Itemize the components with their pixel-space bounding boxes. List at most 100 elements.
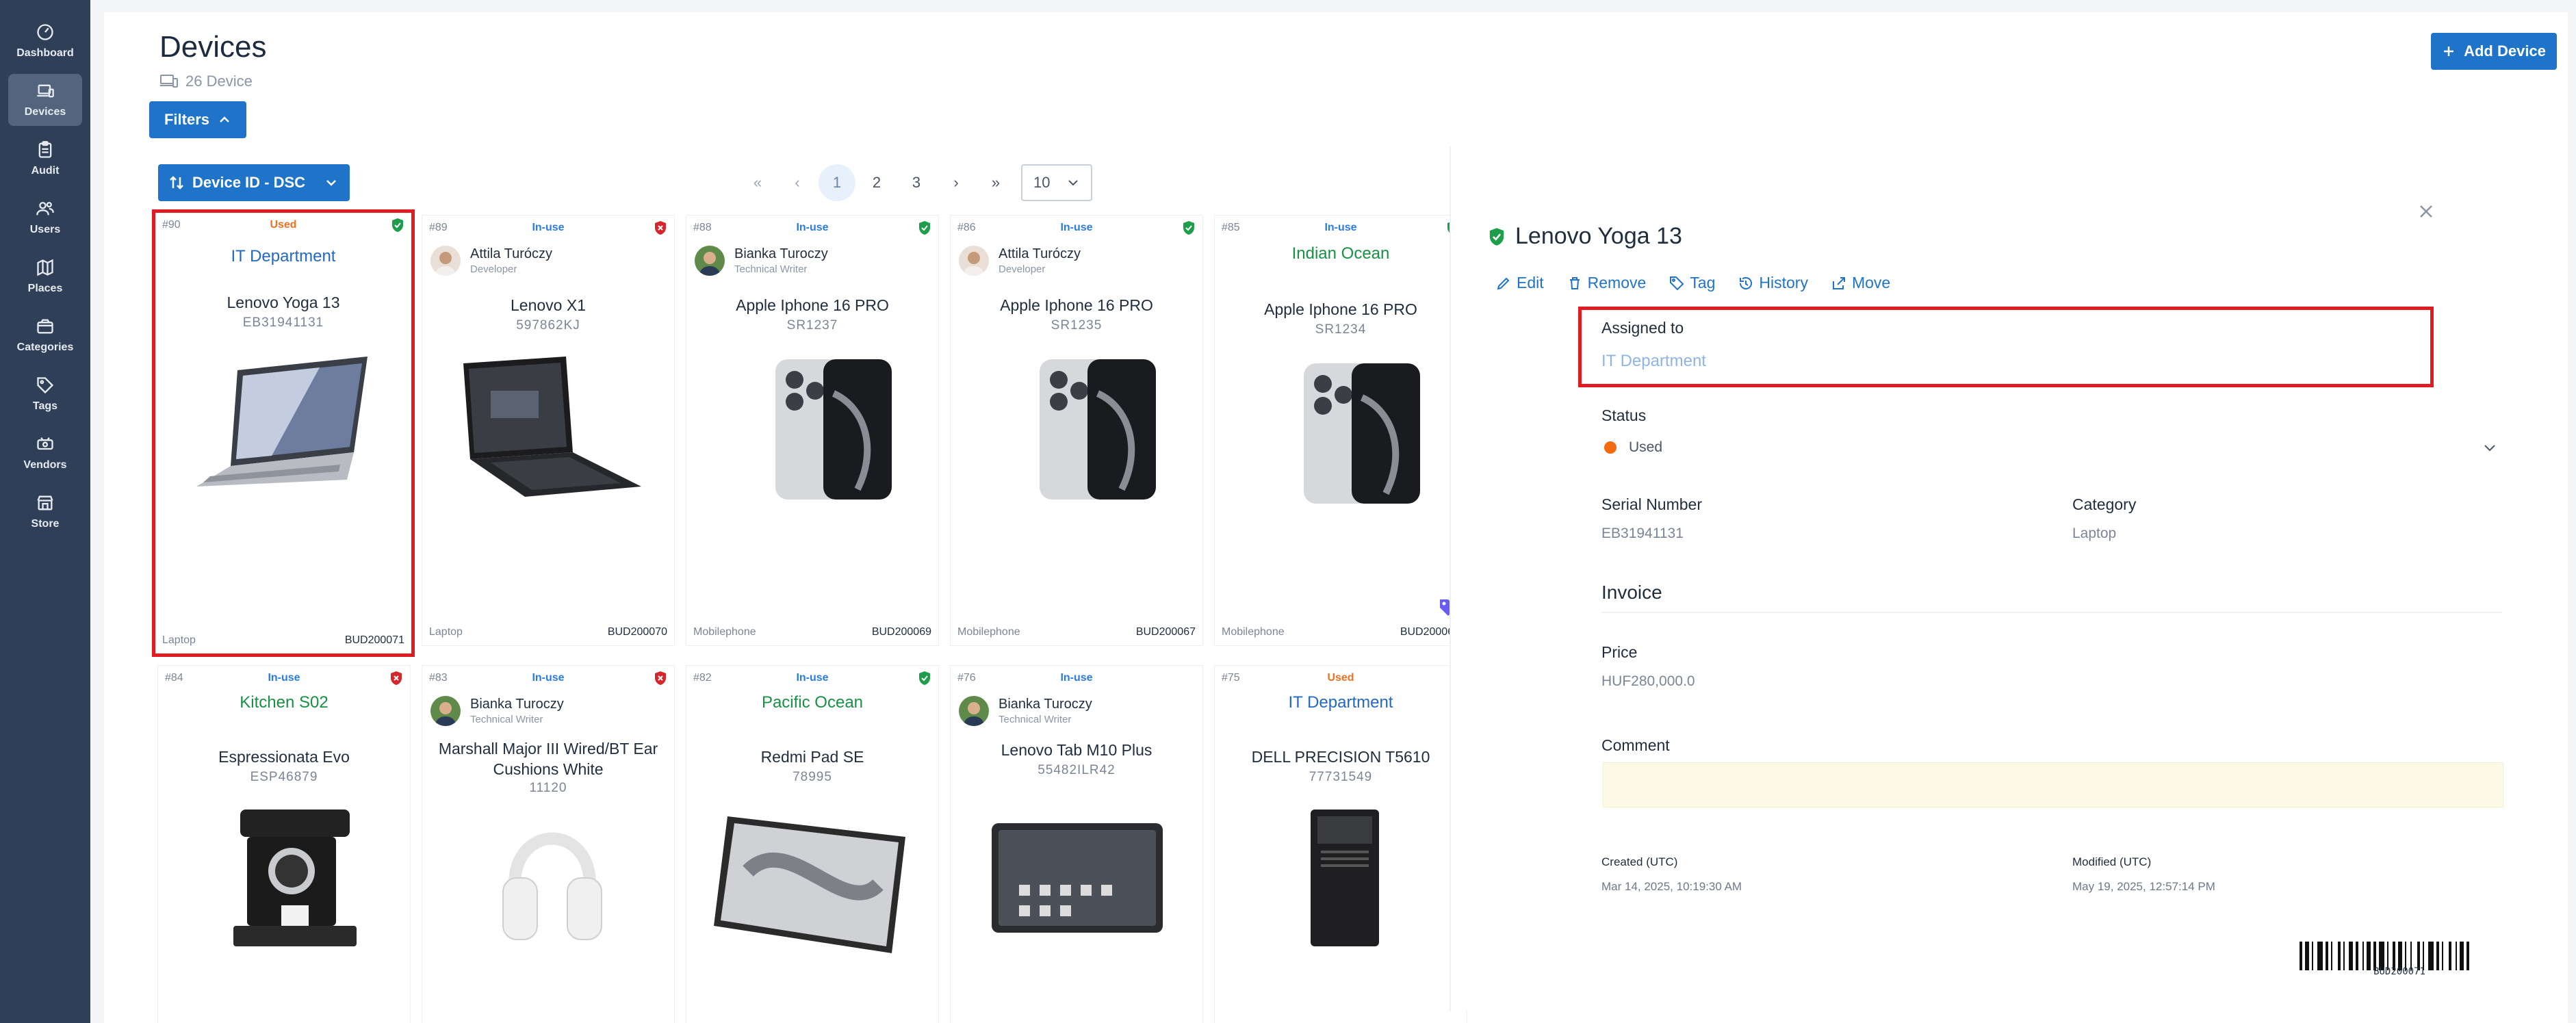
card-serial: 11120 <box>529 781 567 795</box>
card-model: Lenovo Yoga 13 <box>227 294 340 311</box>
device-card[interactable]: #90 Used IT Department Lenovo Yoga 13 EB… <box>152 209 415 657</box>
clipboard-icon <box>38 141 52 158</box>
user-role: Technical Writer <box>999 714 1072 725</box>
shield-icon <box>877 671 931 686</box>
nav-label: Categories <box>16 341 74 353</box>
card-header: #82 In-use <box>693 670 931 686</box>
card-serial: 55482ILR42 <box>1038 763 1116 777</box>
page-button-1[interactable]: 1 <box>819 164 855 201</box>
nav-devices[interactable]: Devices <box>8 74 82 126</box>
next-page-button[interactable]: › <box>936 164 976 201</box>
created-label: Created (UTC) <box>1601 855 1678 868</box>
nav-vendors[interactable]: Vendors <box>8 427 82 479</box>
nav-categories[interactable]: Categories <box>8 309 82 361</box>
card-user[interactable]: Bianka Turoczy Technical Writer <box>430 696 564 726</box>
top-strip <box>104 0 2568 12</box>
card-status: In-use <box>1060 672 1093 684</box>
card-footer: Laptop BUD200071 <box>162 634 404 647</box>
card-place[interactable]: Indian Ocean <box>1215 244 1467 263</box>
nav-tags[interactable]: Tags <box>8 368 82 420</box>
card-place[interactable]: Kitchen S02 <box>158 693 410 712</box>
card-serial: 77731549 <box>1309 770 1373 784</box>
comment-label: Comment <box>1601 736 1670 754</box>
move-icon <box>1832 276 1845 289</box>
card-serial: SR1237 <box>786 318 838 333</box>
nav-label: Tags <box>32 400 58 412</box>
card-place[interactable]: IT Department <box>155 247 411 266</box>
card-status: In-use <box>796 672 829 684</box>
add-device-button[interactable]: Add Device <box>2431 33 2557 70</box>
user-name: Bianka Turoczy <box>999 697 1092 712</box>
page-button-3[interactable]: 3 <box>897 164 936 201</box>
shield-icon <box>613 220 667 235</box>
move-button[interactable]: Move <box>1831 274 1890 292</box>
device-card[interactable]: #88 In-use Bianka Turoczy Technical Writ… <box>686 215 939 646</box>
card-user[interactable]: Bianka Turoczy Technical Writer <box>695 246 828 276</box>
phone-image <box>1304 363 1420 504</box>
device-card[interactable]: #75 Used IT Department DELL PRECISION T5… <box>1214 665 1467 1023</box>
card-place[interactable]: Pacific Ocean <box>686 693 938 712</box>
assigned-value[interactable]: IT Department <box>1601 352 1706 371</box>
first-page-button[interactable]: « <box>738 164 777 201</box>
category-value: Laptop <box>2072 526 2117 541</box>
device-card[interactable]: #85 In-use Indian Ocean Apple Iphone 16 … <box>1214 215 1467 646</box>
nav-places[interactable]: Places <box>8 250 82 302</box>
card-serial: SR1234 <box>1315 322 1367 337</box>
shield-check-icon <box>1489 227 1504 246</box>
nav-users[interactable]: Users <box>8 192 82 244</box>
status-dot <box>1604 441 1617 454</box>
nav-store[interactable]: Store <box>8 486 82 538</box>
tag-icon <box>1670 276 1684 290</box>
invoice-heading: Invoice <box>1601 582 1662 603</box>
nav-dashboard[interactable]: Dashboard <box>8 15 82 67</box>
price-label: Price <box>1601 643 1638 661</box>
page-button-2[interactable]: 2 <box>857 164 897 201</box>
nav-audit[interactable]: Audit <box>8 133 82 185</box>
history-label: History <box>1759 274 1808 292</box>
card-user[interactable]: Attila Turóczy Developer <box>959 246 1081 276</box>
nav-label: Vendors <box>23 459 67 471</box>
per-page-select[interactable]: 10 <box>1021 164 1092 201</box>
comment-field[interactable] <box>1603 762 2503 807</box>
device-card[interactable]: #84 In-use Kitchen S02 Espressionata Evo… <box>157 665 411 1023</box>
prev-page-button[interactable]: ‹ <box>777 164 817 201</box>
chevron-down-icon <box>2484 445 2495 452</box>
device-card[interactable]: #76 In-use Bianka Turoczy Technical Writ… <box>950 665 1203 1023</box>
status-label: Status <box>1601 406 1647 424</box>
card-body: #83 In-use Bianka Turoczy Technical Writ… <box>422 666 674 1023</box>
chevron-down-icon <box>326 180 336 186</box>
tag-button[interactable]: Tag <box>1669 274 1715 292</box>
filters-button[interactable]: Filters <box>149 101 246 138</box>
card-header: #90 Used <box>162 217 404 233</box>
card-header: #88 In-use <box>693 220 931 236</box>
tablet-image <box>992 823 1163 933</box>
history-button[interactable]: History <box>1738 274 1808 292</box>
card-body: #76 In-use Bianka Turoczy Technical Writ… <box>951 666 1202 1023</box>
card-user[interactable]: Bianka Turoczy Technical Writer <box>959 696 1092 726</box>
device-card[interactable]: #82 In-use Pacific Ocean Redmi Pad SE 78… <box>686 665 939 1023</box>
card-status: In-use <box>268 672 300 684</box>
remove-button[interactable]: Remove <box>1567 274 1646 292</box>
barcode-text: BUD200071 <box>2373 966 2425 977</box>
device-card[interactable]: #86 In-use Attila Turóczy Developer Appl… <box>950 215 1203 646</box>
device-card[interactable]: #83 In-use Bianka Turoczy Technical Writ… <box>422 665 675 1023</box>
card-status: In-use <box>532 672 565 684</box>
card-model: Redmi Pad SE <box>760 748 864 766</box>
last-page-button[interactable]: » <box>976 164 1016 201</box>
device-card[interactable]: #89 In-use Attila Turóczy Developer Leno… <box>422 215 675 646</box>
card-id: #86 <box>957 222 976 233</box>
nav-label: Devices <box>24 106 66 118</box>
edit-button[interactable]: Edit <box>1496 274 1544 292</box>
card-id: #90 <box>162 219 181 231</box>
card-footer: Mobilephone BUD200066 <box>1222 626 1460 638</box>
card-category: Laptop <box>162 634 196 646</box>
avatar <box>430 246 461 276</box>
card-model: Lenovo X1 <box>511 296 586 314</box>
card-user[interactable]: Attila Turóczy Developer <box>430 246 552 276</box>
status-select[interactable]: Used <box>1601 432 2498 463</box>
card-header: #89 In-use <box>429 220 667 236</box>
sort-button[interactable]: Device ID - DSC <box>158 164 350 201</box>
card-place[interactable]: IT Department <box>1215 693 1467 712</box>
close-icon[interactable] <box>2416 201 2436 222</box>
card-footer: Mobilephone BUD200069 <box>693 626 931 638</box>
